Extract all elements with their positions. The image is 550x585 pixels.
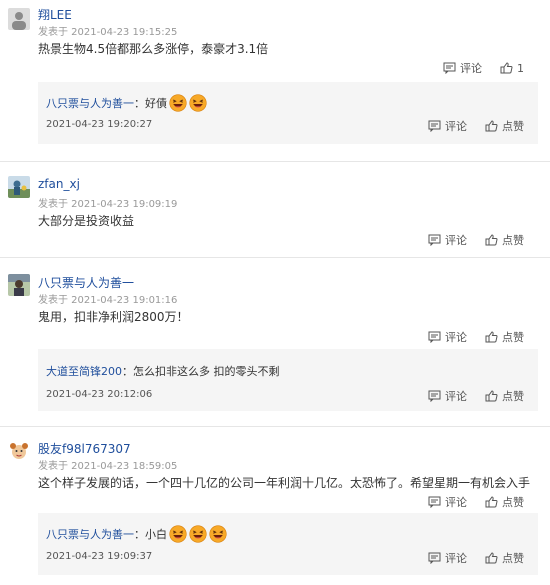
comment-icon [428,552,441,564]
avatar[interactable] [8,440,30,462]
comment-label: 评论 [445,120,467,133]
reply-username[interactable]: 八只票与人为善一 [46,526,134,542]
username[interactable]: zfan_xj [38,177,80,191]
comment-text: 这个样子发展的话，一个四十几亿的公司一年利润十几亿。太恐怖了。希望星期一有机会入… [38,476,531,490]
comment-label: 评论 [445,331,467,344]
thumbs-up-icon [485,234,498,246]
reply-actions: 评论 点赞 [428,388,524,404]
reply-actions: 评论 点赞 [428,550,524,566]
comment-label: 评论 [445,234,467,247]
like-label: 点赞 [502,552,524,565]
reply-username[interactable]: 八只票与人为善一 [46,95,134,111]
like-label: 点赞 [502,390,524,403]
reply-line: 八只票与人为善一：好債 [46,94,207,112]
reply-time: 2021-04-23 19:20:27 [46,119,153,130]
reply-colon: ： [134,528,145,541]
comment-button[interactable]: 评论 [428,329,467,345]
username[interactable]: 翔LEE [38,6,72,23]
reply-actions: 评论 点赞 [428,118,524,134]
reply-text: 好債 [145,97,167,110]
comment-actions: 评论 点赞 [428,329,524,345]
comment-label: 评论 [445,496,467,509]
comment-actions: 评论 点赞 [428,494,524,510]
comment-icon [428,331,441,343]
laughing-emoji-icon [189,525,207,543]
reply-comment-button[interactable]: 评论 [428,388,467,404]
like-label: 点赞 [502,496,524,509]
like-label: 点赞 [502,234,524,247]
username[interactable]: 八只票与人为善一 [38,274,134,291]
comment-icon [428,234,441,246]
thumbs-up-icon [485,496,498,508]
reply-line: 八只票与人为善一：小白 [46,525,227,543]
reply-time: 2021-04-23 19:09:37 [46,551,153,562]
comment-icon [443,62,456,74]
comment-item: zfan_xj 发表于 2021-04-23 19:09:19 大部分是投资收益… [0,162,550,258]
like-label: 点赞 [502,120,524,133]
thumbs-up-icon [500,62,513,74]
reply-text: 怎么扣非这么多 扣的零头不剩 [133,365,280,378]
comment-text: 鬼用，扣非净利润2800万！ [38,310,189,324]
username[interactable]: 股友f98l767307 [38,440,131,457]
comment-button[interactable]: 评论 [428,494,467,510]
thumbs-up-icon [485,552,498,564]
comment-text: 热景生物4.5倍都那么多涨停，泰豪才3.1倍 [38,42,269,56]
laughing-emoji-icon [169,94,187,112]
laughing-emoji-icon [169,525,187,543]
comment-label: 评论 [460,62,482,75]
like-button[interactable]: 点赞 [485,232,524,248]
avatar[interactable] [8,176,30,198]
thumbs-up-icon [485,390,498,402]
reply-box: 大道至简锋200：怎么扣非这么多 扣的零头不剩 2021-04-23 20:12… [38,349,538,411]
reply-like-button[interactable]: 点赞 [485,550,524,566]
reply-colon: ： [134,97,145,110]
post-time: 发表于 2021-04-23 18:59:05 [38,461,178,472]
comment-item: 股友f98l767307 发表于 2021-04-23 18:59:05 这个样… [0,427,550,585]
comment-actions: 评论 点赞 [428,232,524,248]
like-button[interactable]: 点赞 [485,329,524,345]
like-count: 1 [517,61,524,75]
comment-icon [428,390,441,402]
post-time: 发表于 2021-04-23 19:15:25 [38,27,178,38]
reply-time: 2021-04-23 20:12:06 [46,389,153,400]
like-button[interactable]: 1 [500,60,524,76]
reply-comment-button[interactable]: 评论 [428,550,467,566]
reply-box: 八只票与人为善一：好債 2021-04-23 19:20:27 评论 点赞 [38,82,538,144]
post-time: 发表于 2021-04-23 19:01:16 [38,295,178,306]
comment-icon [428,496,441,508]
like-label: 点赞 [502,331,524,344]
laughing-emoji-icon [189,94,207,112]
post-time: 发表于 2021-04-23 19:09:19 [38,199,178,210]
comment-item: 八只票与人为善一 发表于 2021-04-23 19:01:16 鬼用，扣非净利… [0,258,550,427]
avatar[interactable] [8,274,30,296]
reply-line: 大道至简锋200：怎么扣非这么多 扣的零头不剩 [46,363,280,379]
thumbs-up-icon [485,120,498,132]
like-button[interactable]: 点赞 [485,494,524,510]
thumbs-up-icon [485,331,498,343]
comment-button[interactable]: 评论 [443,60,482,76]
comment-label: 评论 [445,390,467,403]
reply-text: 小白 [145,528,167,541]
comment-button[interactable]: 评论 [428,232,467,248]
reply-box: 八只票与人为善一：小白 2021-04-23 19:09:37 评论 点赞 [38,513,538,575]
reply-username[interactable]: 大道至简锋200 [46,363,122,379]
reply-comment-button[interactable]: 评论 [428,118,467,134]
reply-like-button[interactable]: 点赞 [485,118,524,134]
comment-icon [428,120,441,132]
comment-item: 翔LEE 发表于 2021-04-23 19:15:25 热景生物4.5倍都那么… [0,0,550,162]
comment-text: 大部分是投资收益 [38,214,135,228]
reply-colon: ： [122,365,133,378]
avatar[interactable] [8,8,30,30]
comment-actions: 评论 1 [443,60,524,76]
reply-like-button[interactable]: 点赞 [485,388,524,404]
laughing-emoji-icon [209,525,227,543]
comment-label: 评论 [445,552,467,565]
